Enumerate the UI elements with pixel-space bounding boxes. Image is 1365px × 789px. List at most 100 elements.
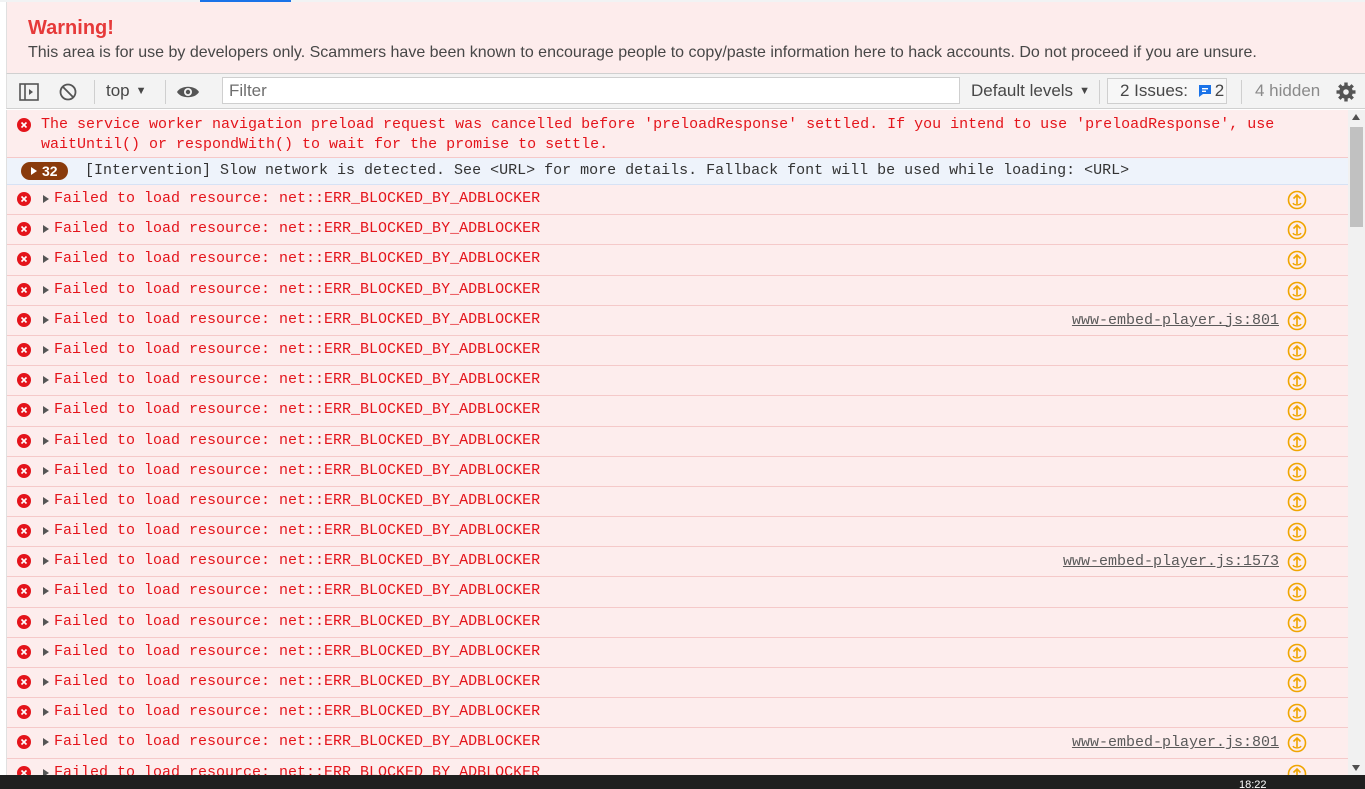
console-message-text: Failed to load resource: net::ERR_BLOCKE… <box>54 522 541 540</box>
toolbar-divider <box>1099 80 1100 104</box>
issues-counter-button[interactable]: 2 Issues: 2 <box>1107 78 1227 104</box>
console-error-row[interactable]: Failed to load resource: net::ERR_BLOCKE… <box>7 607 1349 638</box>
expand-triangle-icon[interactable] <box>43 557 49 566</box>
toolbar-divider <box>165 80 166 104</box>
log-levels-dropdown[interactable]: Default levels ▼ <box>971 81 1090 101</box>
expand-triangle-icon[interactable] <box>43 647 49 656</box>
request-blocked-icon[interactable] <box>1287 582 1307 602</box>
os-taskbar: 18:22 <box>0 775 1365 789</box>
request-blocked-icon[interactable] <box>1287 311 1307 331</box>
error-icon <box>17 373 31 388</box>
expand-triangle-icon[interactable] <box>43 496 49 505</box>
repeat-count-badge[interactable]: 32 <box>21 162 68 180</box>
expand-triangle-icon[interactable] <box>43 617 49 626</box>
filter-input[interactable] <box>222 77 960 104</box>
console-error-row[interactable]: Failed to load resource: net::ERR_BLOCKE… <box>7 668 1349 699</box>
console-error-row[interactable]: Failed to load resource: net::ERR_BLOCKE… <box>7 366 1349 397</box>
console-error-row[interactable]: Failed to load resource: net::ERR_BLOCKE… <box>7 305 1349 336</box>
console-error-row[interactable]: Failed to load resource: net::ERR_BLOCKE… <box>7 517 1349 548</box>
expand-triangle-icon[interactable] <box>43 587 49 596</box>
clear-console-icon[interactable] <box>57 81 79 103</box>
request-blocked-icon[interactable] <box>1287 462 1307 482</box>
console-toolbar: top ▼ Default levels ▼ 2 Issues: 2 4 hidde… <box>6 73 1365 109</box>
console-error-row[interactable]: Failed to load resource: net::ERR_BLOCKE… <box>7 547 1349 578</box>
console-error-row[interactable]: Failed to load resource: net::ERR_BLOCKE… <box>7 335 1349 367</box>
request-blocked-icon[interactable] <box>1287 522 1307 542</box>
console-error-row[interactable]: Failed to load resource: net::ERR_BLOCKE… <box>7 275 1349 306</box>
expand-triangle-icon[interactable] <box>43 708 49 717</box>
console-error-row[interactable]: Failed to load resource: net::ERR_BLOCKE… <box>7 185 1349 216</box>
console-error-row[interactable]: Failed to load resource: net::ERR_BLOCKE… <box>7 758 1349 775</box>
request-blocked-icon[interactable] <box>1287 764 1307 775</box>
request-blocked-icon[interactable] <box>1287 552 1307 572</box>
expand-triangle-icon[interactable] <box>43 255 49 264</box>
console-message-text: Failed to load resource: net::ERR_BLOCKE… <box>54 673 541 690</box>
console-error-row[interactable]: Failed to load resource: net::ERR_BLOCKE… <box>7 486 1349 518</box>
expand-triangle-icon[interactable] <box>43 436 49 445</box>
expand-triangle-icon[interactable] <box>43 195 49 203</box>
console-message-text: Failed to load resource: net::ERR_BLOCKE… <box>54 491 541 509</box>
console-scrollbar[interactable] <box>1348 110 1365 775</box>
scroll-thumb[interactable] <box>1350 127 1363 227</box>
request-blocked-icon[interactable] <box>1287 703 1307 723</box>
sidebar-toggle-icon[interactable] <box>18 81 40 103</box>
source-link[interactable]: www-embed-player.js:801 <box>1072 312 1279 329</box>
console-messages: The service worker navigation preload re… <box>6 110 1349 775</box>
expand-triangle-icon[interactable] <box>43 678 49 686</box>
expand-triangle-icon[interactable] <box>43 466 49 475</box>
expand-triangle-icon[interactable] <box>43 225 49 234</box>
source-link[interactable]: www-embed-player.js:801 <box>1072 734 1279 751</box>
source-link[interactable]: www-embed-player.js:1573 <box>1063 553 1279 570</box>
request-blocked-icon[interactable] <box>1287 432 1307 452</box>
request-blocked-icon[interactable] <box>1287 673 1307 693</box>
request-blocked-icon[interactable] <box>1287 341 1307 361</box>
console-message-text: Failed to load resource: net::ERR_BLOCKE… <box>54 642 541 660</box>
console-error-row[interactable]: Failed to load resource: net::ERR_BLOCKE… <box>7 426 1349 457</box>
console-message-text: The service worker navigation preload re… <box>41 116 1275 153</box>
live-expression-eye-icon[interactable] <box>176 81 199 103</box>
console-error-row[interactable]: Failed to load resource: net::ERR_BLOCKE… <box>7 698 1349 729</box>
request-blocked-icon[interactable] <box>1287 220 1307 240</box>
warning-title: Warning! <box>28 17 114 39</box>
request-blocked-icon[interactable] <box>1287 613 1307 633</box>
console-error-row[interactable]: Failed to load resource: net::ERR_BLOCKE… <box>7 577 1349 608</box>
request-blocked-icon[interactable] <box>1287 371 1307 391</box>
expand-triangle-icon[interactable] <box>43 527 49 536</box>
self-xss-warning-banner: Warning! This area is for use by develop… <box>6 2 1365 73</box>
console-message-text: Failed to load resource: net::ERR_BLOCKE… <box>54 250 541 268</box>
request-blocked-icon[interactable] <box>1287 250 1307 270</box>
expand-triangle-icon[interactable] <box>43 376 49 385</box>
error-icon <box>17 584 31 599</box>
expand-triangle-icon <box>31 167 37 175</box>
request-blocked-icon[interactable] <box>1287 733 1307 753</box>
console-error-row[interactable]: Failed to load resource: net::ERR_BLOCKE… <box>7 637 1349 668</box>
request-blocked-icon[interactable] <box>1287 492 1307 512</box>
console-error-row[interactable]: Failed to load resource: net::ERR_BLOCKE… <box>7 396 1349 427</box>
gear-icon[interactable] <box>1335 81 1357 103</box>
expand-triangle-icon[interactable] <box>43 285 49 294</box>
console-error-row[interactable]: Failed to load resource: net::ERR_BLOCKE… <box>7 728 1349 759</box>
expand-triangle-icon[interactable] <box>43 315 49 324</box>
console-error-row[interactable]: Failed to load resource: net::ERR_BLOCKE… <box>7 456 1349 487</box>
chevron-down-icon: ▼ <box>1079 85 1090 97</box>
request-blocked-icon[interactable] <box>1287 643 1307 663</box>
repeat-count: 32 <box>42 163 58 179</box>
error-icon <box>17 403 31 418</box>
request-blocked-icon[interactable] <box>1287 281 1307 301</box>
console-intervention-message: 32 [Intervention] Slow network is detect… <box>7 158 1349 185</box>
expand-triangle-icon[interactable] <box>43 345 49 354</box>
hidden-messages-count: 4 hidden <box>1255 81 1321 100</box>
console-error-row[interactable]: Failed to load resource: net::ERR_BLOCKE… <box>7 245 1349 276</box>
scroll-up-arrow-icon[interactable] <box>1352 114 1360 120</box>
console-error-row[interactable]: Failed to load resource: net::ERR_BLOCKE… <box>7 215 1349 246</box>
scroll-down-arrow-icon[interactable] <box>1352 765 1360 771</box>
request-blocked-icon[interactable] <box>1287 190 1307 210</box>
error-icon <box>17 252 31 267</box>
error-icon <box>17 554 31 569</box>
request-blocked-icon[interactable] <box>1287 401 1307 421</box>
context-selector[interactable]: top ▼ <box>106 81 147 101</box>
taskbar-clock: 18:22 <box>1239 779 1267 789</box>
error-icon <box>17 312 31 327</box>
expand-triangle-icon[interactable] <box>43 406 49 415</box>
expand-triangle-icon[interactable] <box>43 738 49 747</box>
